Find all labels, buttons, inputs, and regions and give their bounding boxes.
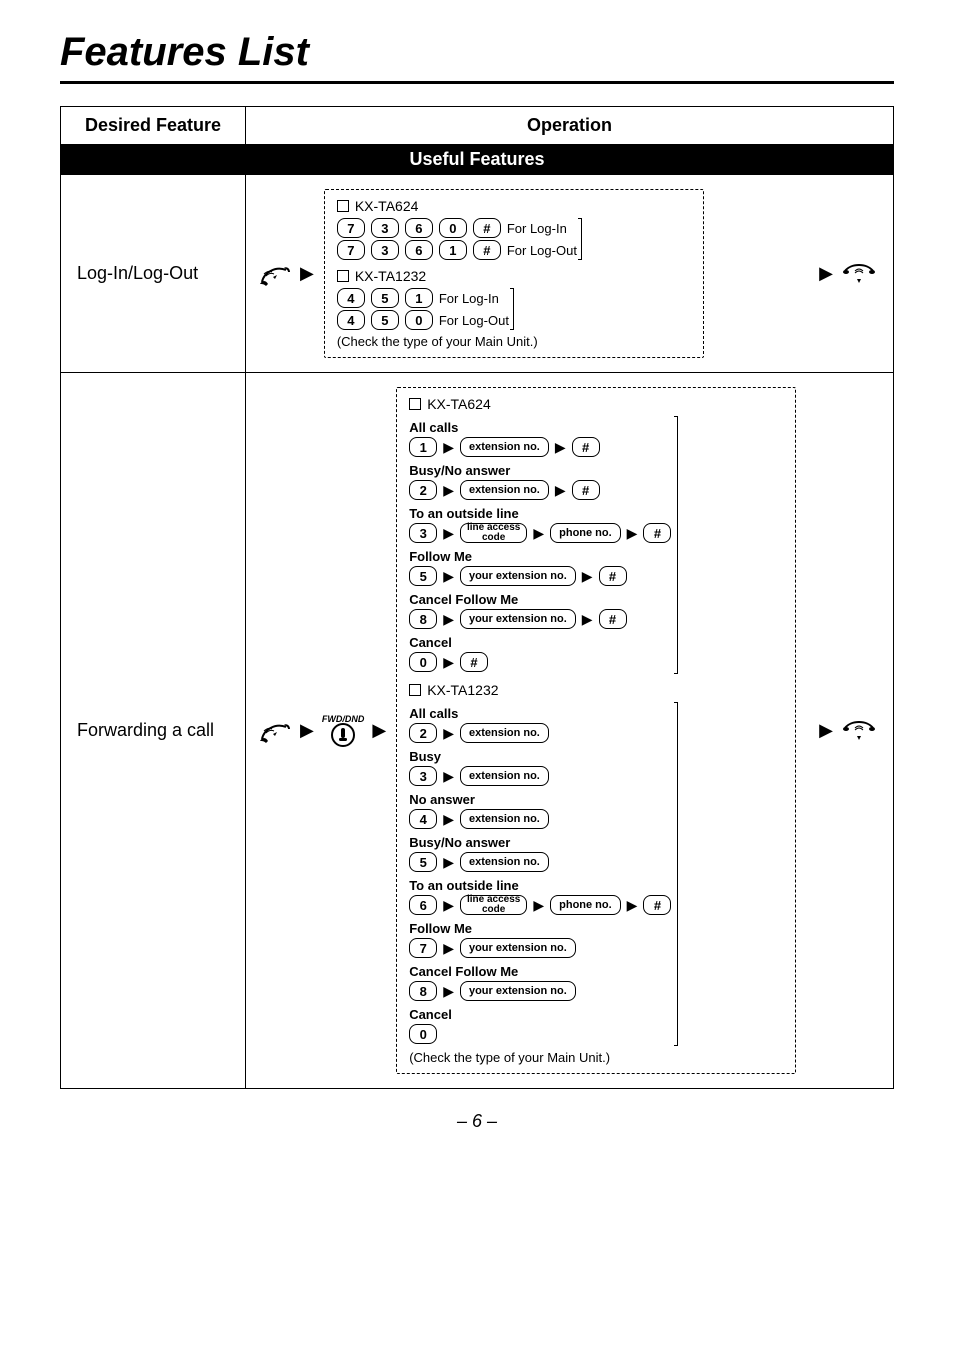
- option-title: Busy/No answer: [409, 835, 671, 850]
- arrow-icon: ▶: [300, 720, 314, 741]
- line-label: For Log-Out: [439, 313, 509, 328]
- key-hash: #: [599, 566, 627, 586]
- option-title: To an outside line: [409, 878, 671, 893]
- line-label: For Log-In: [439, 291, 499, 306]
- key-line-access: line access code: [460, 523, 527, 543]
- offhook-icon: [258, 260, 292, 288]
- arrow-icon: ▶: [819, 263, 833, 284]
- key-8: 8: [409, 981, 437, 1001]
- key-hash: #: [572, 480, 600, 500]
- fwd-dnd-button-icon: FWD/DND: [322, 714, 365, 748]
- offhook-icon: [258, 717, 292, 745]
- key-3: 3: [371, 218, 399, 238]
- key-ext: extension no.: [460, 480, 549, 500]
- option-title: All calls: [409, 420, 671, 435]
- key-ext: extension no.: [460, 437, 549, 457]
- key-0: 0: [409, 652, 437, 672]
- option-title: Follow Me: [409, 921, 671, 936]
- key-1: 1: [405, 288, 433, 308]
- key-0: 0: [405, 310, 433, 330]
- key-0: 0: [409, 1024, 437, 1044]
- key-1: 1: [409, 437, 437, 457]
- option-title: All calls: [409, 706, 671, 721]
- col-header-feature: Desired Feature: [61, 107, 246, 145]
- line-label: For Log-Out: [507, 243, 577, 258]
- option-title: Cancel Follow Me: [409, 964, 671, 979]
- key-hash: #: [599, 609, 627, 629]
- option-title: Busy/No answer: [409, 463, 671, 478]
- page-number: – 6 –: [60, 1111, 894, 1132]
- option-title: No answer: [409, 792, 671, 807]
- unit-name: KX-TA624: [427, 396, 491, 412]
- options-box-forwarding: KX-TA624 All calls 1 ▶ extension no.: [396, 387, 796, 1074]
- key-your-ext: your extension no.: [460, 566, 576, 586]
- unit-name: KX-TA1232: [427, 682, 498, 698]
- unit-note: (Check the type of your Main Unit.): [409, 1050, 783, 1065]
- features-table: Desired Feature Operation Useful Feature…: [60, 106, 894, 1089]
- unit-name: KX-TA1232: [355, 268, 426, 284]
- option-title: Follow Me: [409, 549, 671, 564]
- option-title: Busy: [409, 749, 671, 764]
- key-hash: #: [473, 240, 501, 260]
- key-hash: #: [643, 523, 671, 543]
- onhook-icon: [841, 261, 877, 287]
- key-hash: #: [460, 652, 488, 672]
- key-5: 5: [371, 310, 399, 330]
- key-your-ext: your extension no.: [460, 938, 576, 958]
- option-title: Cancel: [409, 1007, 671, 1022]
- key-6: 6: [405, 240, 433, 260]
- key-7: 7: [409, 938, 437, 958]
- key-3: 3: [409, 766, 437, 786]
- page-title: Features List: [60, 30, 894, 75]
- key-hash: #: [572, 437, 600, 457]
- key-ext: extension no.: [460, 723, 549, 743]
- key-6: 6: [405, 218, 433, 238]
- key-your-ext: your extension no.: [460, 981, 576, 1001]
- feature-name-forwarding: Forwarding a call: [61, 373, 246, 1089]
- key-ext: extension no.: [460, 766, 549, 786]
- key-5: 5: [409, 566, 437, 586]
- options-box-login: KX-TA624 7 3 6 0 #: [324, 189, 704, 358]
- key-3: 3: [371, 240, 399, 260]
- key-4: 4: [337, 310, 365, 330]
- key-5: 5: [371, 288, 399, 308]
- option-title: To an outside line: [409, 506, 671, 521]
- key-1: 1: [439, 240, 467, 260]
- key-4: 4: [337, 288, 365, 308]
- arrow-icon: ▶: [300, 263, 314, 284]
- option-title: Cancel: [409, 635, 671, 650]
- key-ext: extension no.: [460, 852, 549, 872]
- key-ext: extension no.: [460, 809, 549, 829]
- unit-name: KX-TA624: [355, 198, 419, 214]
- unit-note: (Check the type of your Main Unit.): [337, 334, 691, 349]
- key-3: 3: [409, 523, 437, 543]
- title-rule: [60, 81, 894, 84]
- key-phone-no: phone no.: [550, 523, 621, 543]
- key-8: 8: [409, 609, 437, 629]
- arrow-icon: ▶: [372, 720, 386, 741]
- key-hash: #: [473, 218, 501, 238]
- key-phone-no: phone no.: [550, 895, 621, 915]
- key-5: 5: [409, 852, 437, 872]
- key-2: 2: [409, 723, 437, 743]
- onhook-icon: [841, 718, 877, 744]
- key-7: 7: [337, 240, 365, 260]
- col-header-operation: Operation: [246, 107, 894, 145]
- line-label: For Log-In: [507, 221, 567, 236]
- key-0: 0: [439, 218, 467, 238]
- feature-name-login: Log-In/Log-Out: [61, 175, 246, 373]
- key-2: 2: [409, 480, 437, 500]
- key-line-access: line access code: [460, 895, 527, 915]
- key-4: 4: [409, 809, 437, 829]
- section-header: Useful Features: [61, 145, 894, 175]
- key-your-ext: your extension no.: [460, 609, 576, 629]
- key-6: 6: [409, 895, 437, 915]
- option-title: Cancel Follow Me: [409, 592, 671, 607]
- arrow-icon: ▶: [819, 720, 833, 741]
- key-hash: #: [643, 895, 671, 915]
- key-7: 7: [337, 218, 365, 238]
